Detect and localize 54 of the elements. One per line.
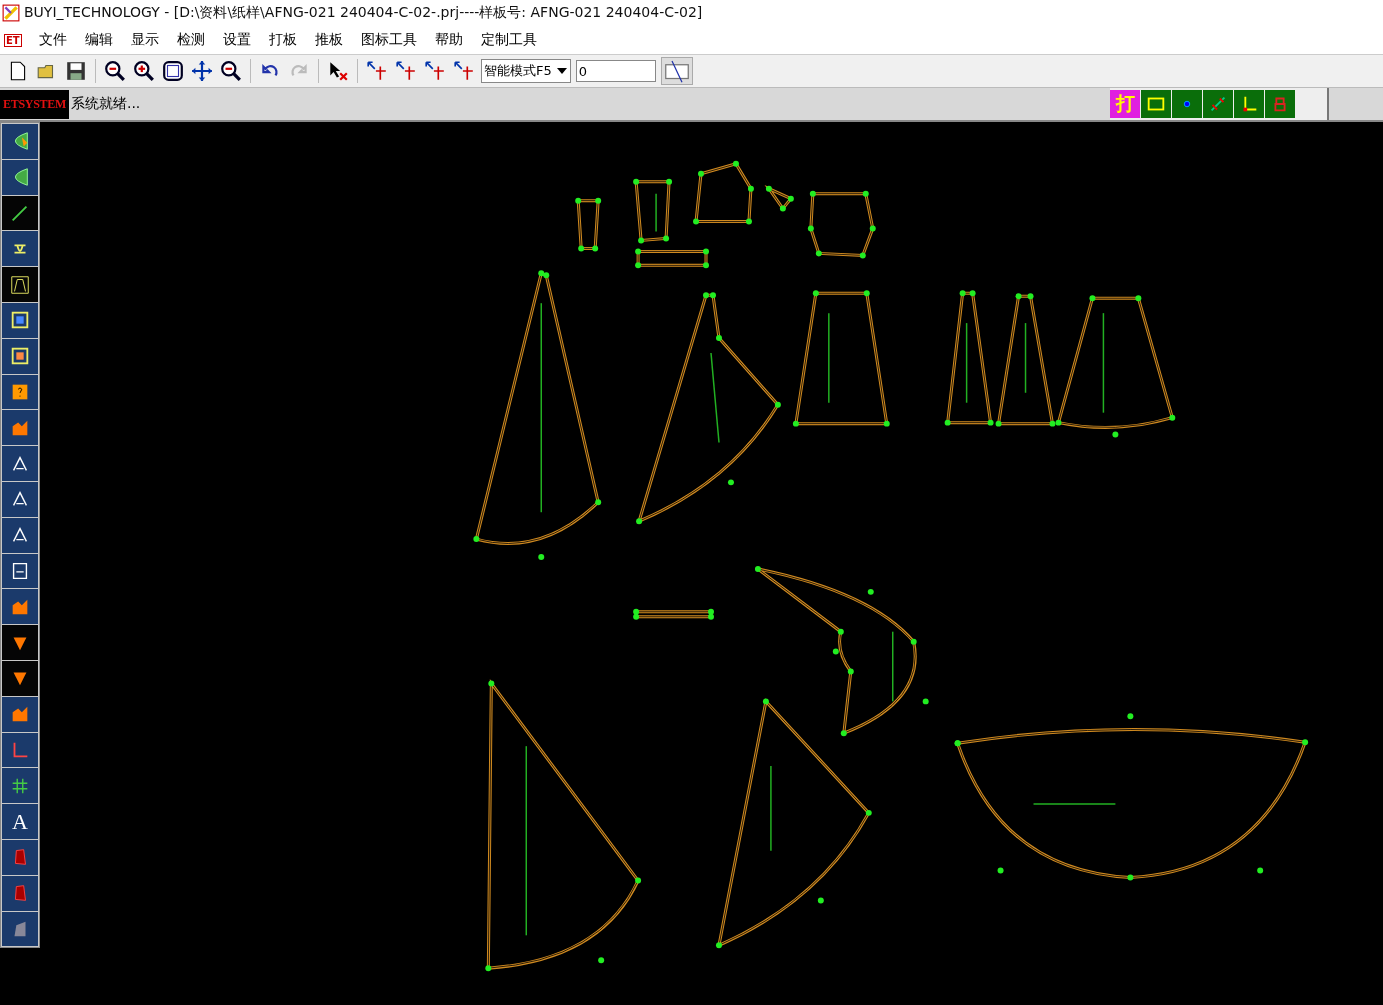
tool-button[interactable]: [2, 195, 38, 231]
tool-button[interactable]: [2, 875, 38, 911]
window-title: BUYI_TECHNOLOGY - [D:\资料\纸样\AFNG-021 240404-C-02-.prj----样板号: AFNG-021 240404-C-02]: [24, 4, 703, 22]
tool-button[interactable]: [2, 159, 38, 195]
zoom-out-icon[interactable]: [103, 60, 127, 82]
brand-label: ETSYSTEM: [0, 89, 69, 119]
mode-dropdown[interactable]: 智能模式F5: [481, 59, 571, 83]
menu-item[interactable]: 推板: [305, 31, 352, 49]
arrow-cross-icon[interactable]: [423, 60, 447, 82]
tool-button[interactable]: [2, 231, 38, 267]
menu-item[interactable]: 帮助: [425, 31, 472, 49]
menu-item[interactable]: 显示: [121, 31, 168, 49]
tool-button[interactable]: [2, 839, 38, 875]
move-icon[interactable]: [190, 60, 214, 82]
tool-button[interactable]: [2, 517, 38, 553]
menu-item[interactable]: 打板: [259, 31, 306, 49]
menu-item[interactable]: 编辑: [75, 31, 122, 49]
tool-button[interactable]: [2, 303, 38, 338]
tool-button[interactable]: [2, 410, 38, 446]
tool-button[interactable]: [2, 553, 38, 589]
tool-button[interactable]: [2, 732, 38, 768]
arrow-move-icon[interactable]: [365, 60, 389, 82]
menu-item[interactable]: 检测: [167, 31, 214, 49]
arrow-grid-icon[interactable]: [452, 60, 476, 82]
menu-item[interactable]: 设置: [213, 31, 260, 49]
zoom-icon[interactable]: [219, 60, 243, 82]
tool-button[interactable]: [2, 911, 38, 947]
tool-button[interactable]: [2, 625, 38, 660]
save-icon[interactable]: [64, 60, 88, 82]
tool-button[interactable]: [2, 446, 38, 481]
menu-item[interactable]: 文件: [29, 31, 76, 49]
tool-icon: [9, 273, 31, 296]
tool-button[interactable]: [2, 660, 38, 696]
tool-button[interactable]: [2, 696, 38, 732]
frame-icon[interactable]: [161, 60, 185, 82]
tool-button[interactable]: [2, 768, 38, 804]
slash-box-icon[interactable]: [660, 57, 693, 85]
tool-button[interactable]: [2, 267, 38, 302]
tool-button[interactable]: [2, 124, 38, 159]
text-tool-button[interactable]: A: [2, 804, 38, 839]
tool-button[interactable]: [2, 374, 38, 410]
mode-icon-button[interactable]: [1234, 90, 1264, 118]
number-field[interactable]: 0: [575, 60, 656, 82]
menu-item[interactable]: 定制工具: [471, 31, 546, 49]
app-logo-icon: ET: [4, 33, 22, 47]
status-message: 系统就绪...: [69, 95, 141, 113]
tool-button[interactable]: [2, 481, 38, 517]
zoom-in-icon[interactable]: [132, 60, 156, 82]
menu-item[interactable]: 图标工具: [351, 31, 426, 49]
arrow-icon[interactable]: [394, 60, 418, 82]
mode-button[interactable]: 打: [1110, 90, 1140, 118]
mode-icon-button[interactable]: [1141, 90, 1171, 118]
tool-button[interactable]: [2, 589, 38, 625]
tool-button[interactable]: [2, 338, 38, 374]
